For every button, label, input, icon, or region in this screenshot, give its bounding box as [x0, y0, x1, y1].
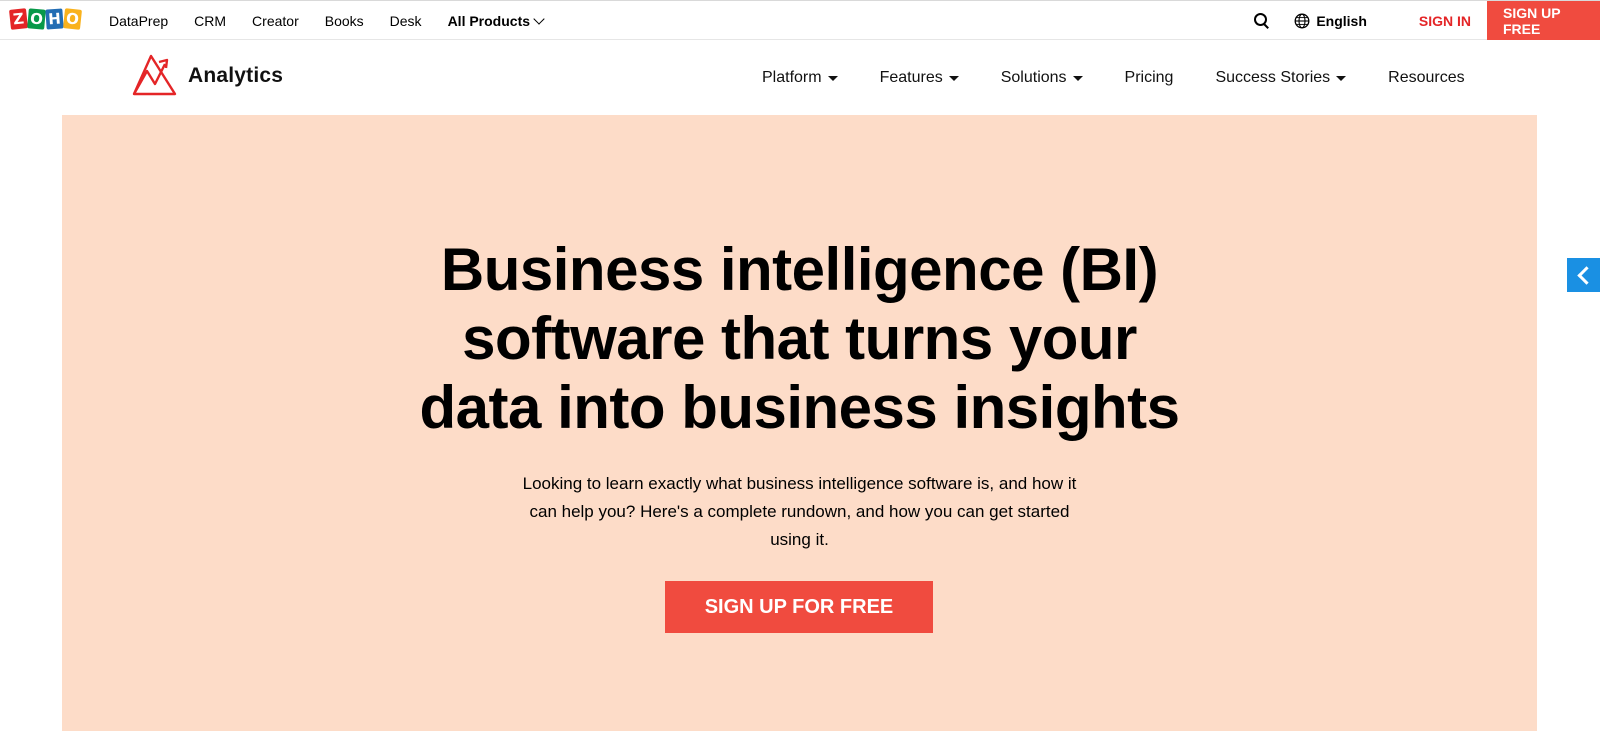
language-selector[interactable]: English — [1294, 13, 1367, 29]
nav-item-solutions[interactable]: Solutions — [1001, 69, 1083, 87]
zoho-logo-letter: O — [27, 8, 46, 30]
side-panel-toggle[interactable] — [1567, 258, 1600, 292]
nav-item-label: Features — [879, 68, 943, 86]
hero-title: Business intelligence (BI) software that… — [62, 235, 1537, 442]
brand-name: Analytics — [188, 64, 284, 87]
nav-item-features[interactable]: Features — [880, 69, 959, 87]
top-link-creator[interactable]: Creator — [252, 13, 299, 29]
nav-item-label: Pricing — [1124, 68, 1174, 86]
language-label: English — [1316, 13, 1367, 29]
nav-item-success-stories[interactable]: Success Stories — [1215, 68, 1347, 87]
zoho-logo-letter: Z — [9, 8, 28, 30]
chevron-left-icon — [1577, 265, 1596, 285]
top-link-crm[interactable]: CRM — [194, 13, 226, 29]
zoho-logo-letter: H — [45, 8, 64, 30]
nav-item-label: Platform — [762, 68, 822, 86]
nav-item-label: Solutions — [1000, 68, 1067, 86]
hero-section: Business intelligence (BI) software that… — [62, 115, 1537, 731]
hero-description: Looking to learn exactly what business i… — [522, 474, 1077, 549]
caret-down-icon — [948, 76, 959, 81]
nav-item-pricing[interactable]: Pricing — [1125, 69, 1174, 87]
hero-title-line: data into business insights — [419, 374, 1180, 441]
top-link-books[interactable]: Books — [325, 13, 364, 29]
top-right-actions: English SIGN IN SIGN UP FREE — [1252, 0, 1600, 41]
top-link-dataprep[interactable]: DataPrep — [109, 13, 168, 29]
search-icon[interactable] — [1252, 11, 1272, 31]
caret-down-icon — [1336, 76, 1347, 81]
top-link-desk[interactable]: Desk — [390, 13, 422, 29]
caret-down-icon — [1072, 76, 1083, 81]
all-products-dropdown[interactable]: All Products — [447, 13, 545, 29]
hero-sign-up-button[interactable]: SIGN UP FOR FREE — [665, 581, 933, 633]
nav-item-resources[interactable]: Resources — [1388, 69, 1464, 87]
chevron-down-icon — [533, 13, 545, 25]
nav-item-label: Resources — [1388, 68, 1465, 86]
caret-down-icon — [827, 76, 838, 81]
top-product-links: DataPrep CRM Creator Books Desk All Prod… — [109, 1, 569, 41]
nav-item-platform[interactable]: Platform — [762, 69, 838, 87]
nav-item-label: Success Stories — [1215, 68, 1331, 86]
product-nav: Analytics Platform Features Solutions Pr… — [0, 40, 1600, 115]
top-utility-bar: Z O H O DataPrep CRM Creator Books Desk … — [0, 0, 1600, 41]
zoho-logo[interactable]: Z O H O — [9, 6, 82, 34]
sign-in-link[interactable]: SIGN IN — [1419, 13, 1471, 29]
globe-icon — [1294, 13, 1310, 29]
all-products-label: All Products — [447, 13, 531, 29]
main-nav: Platform Features Solutions Pricing Succ… — [762, 40, 1507, 115]
analytics-logo-icon — [132, 54, 177, 96]
sign-up-free-button[interactable]: SIGN UP FREE — [1487, 0, 1600, 41]
hero-title-line: software that turns your — [462, 305, 1137, 372]
zoho-logo-letter: O — [63, 8, 82, 30]
analytics-brand[interactable]: Analytics — [131, 54, 283, 98]
hero-title-line: Business intelligence (BI) — [440, 236, 1159, 303]
